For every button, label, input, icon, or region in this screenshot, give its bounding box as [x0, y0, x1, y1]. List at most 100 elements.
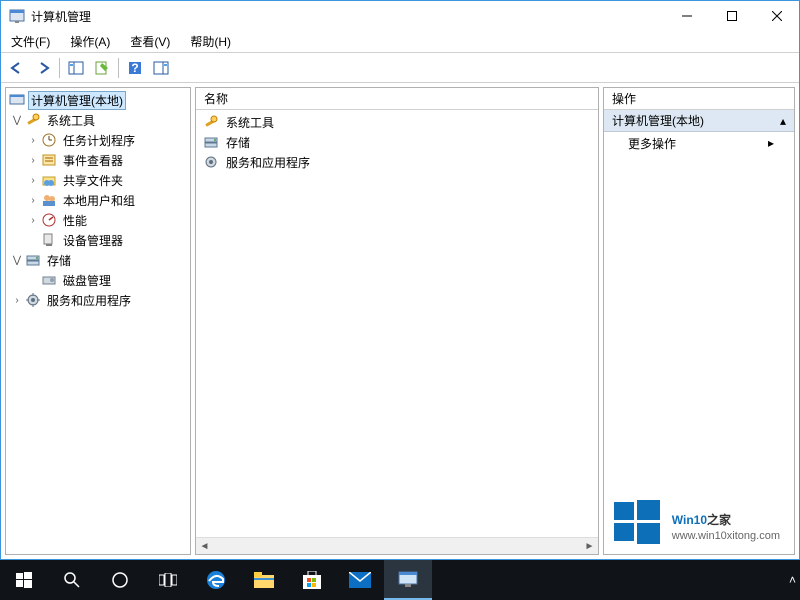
- action-pane: 操作 计算机管理(本地) ▴ 更多操作 ▸: [603, 87, 795, 555]
- collapse-up-icon: ▴: [780, 114, 786, 128]
- close-button[interactable]: [754, 1, 799, 31]
- taskbar-mail[interactable]: [336, 560, 384, 600]
- list-item-storage[interactable]: 存储: [200, 132, 594, 152]
- expand-icon[interactable]: ›: [26, 195, 40, 206]
- tree-device-manager[interactable]: 设备管理器: [8, 230, 188, 250]
- titlebar: 计算机管理: [1, 1, 799, 31]
- expand-icon[interactable]: ›: [26, 155, 40, 166]
- windows-start-icon: [16, 572, 32, 588]
- disk-icon: [41, 272, 57, 288]
- tree-pane: 计算机管理(本地) ⋁ 系统工具 › 任务计划程序 › 事件查看器: [5, 87, 191, 555]
- action-pane-header: 操作: [604, 88, 794, 110]
- users-icon: [41, 192, 57, 208]
- taskbar-computer-management[interactable]: [384, 560, 432, 600]
- store-icon: [302, 571, 322, 589]
- system-tools-icon: [25, 112, 41, 128]
- shared-folders-icon: [41, 172, 57, 188]
- mail-icon: [349, 572, 371, 588]
- system-tools-icon: [203, 114, 219, 130]
- collapse-icon[interactable]: ⋁: [10, 255, 24, 266]
- tree-label: 服务和应用程序: [44, 291, 134, 310]
- tree-system-tools[interactable]: ⋁ 系统工具: [8, 110, 188, 130]
- tree-services-apps[interactable]: › 服务和应用程序: [8, 290, 188, 310]
- menu-action[interactable]: 操作(A): [66, 31, 114, 52]
- list-item-services-apps[interactable]: 服务和应用程序: [200, 152, 594, 172]
- toolbar: ?: [1, 53, 799, 83]
- list-pane: 名称 系统工具 存储 服务和应用程序 ◄ ►: [195, 87, 599, 555]
- system-tray[interactable]: ˄: [789, 573, 800, 587]
- services-icon: [25, 292, 41, 308]
- tree-label: 设备管理器: [60, 231, 126, 250]
- taskbar: ˄: [0, 560, 800, 600]
- tree-label: 本地用户和组: [60, 191, 138, 210]
- list-header-name[interactable]: 名称: [196, 88, 598, 110]
- taskbar-store[interactable]: [288, 560, 336, 600]
- show-hide-tree-button[interactable]: [64, 56, 88, 80]
- taskbar-edge[interactable]: [192, 560, 240, 600]
- tree-label: 系统工具: [44, 111, 98, 130]
- show-action-pane-button[interactable]: [149, 56, 173, 80]
- start-button[interactable]: [0, 560, 48, 600]
- tree-label: 存储: [44, 251, 74, 270]
- performance-icon: [41, 212, 57, 228]
- help-button[interactable]: ?: [123, 56, 147, 80]
- action-item-label: 更多操作: [628, 135, 676, 152]
- tree-performance[interactable]: › 性能: [8, 210, 188, 230]
- list-item-label: 系统工具: [226, 114, 274, 131]
- action-more[interactable]: 更多操作 ▸: [604, 132, 794, 154]
- storage-icon: [25, 252, 41, 268]
- menu-file[interactable]: 文件(F): [7, 31, 54, 52]
- app-icon: [9, 8, 25, 24]
- tree-label: 事件查看器: [60, 151, 126, 170]
- action-group-label: 计算机管理(本地): [612, 112, 704, 129]
- horizontal-scrollbar[interactable]: ◄ ►: [196, 537, 598, 554]
- clock-icon: [41, 132, 57, 148]
- tree-task-scheduler[interactable]: › 任务计划程序: [8, 130, 188, 150]
- expand-icon[interactable]: ›: [26, 215, 40, 226]
- scroll-right-icon[interactable]: ►: [581, 538, 598, 554]
- collapse-icon[interactable]: ⋁: [10, 115, 24, 126]
- forward-button[interactable]: [31, 56, 55, 80]
- tree-root-label: 计算机管理(本地): [28, 91, 126, 110]
- minimize-button[interactable]: [664, 1, 709, 31]
- tree-local-users[interactable]: › 本地用户和组: [8, 190, 188, 210]
- search-icon: [63, 571, 81, 589]
- folder-icon: [254, 572, 274, 588]
- expand-icon[interactable]: ›: [10, 295, 24, 306]
- tree-label: 磁盘管理: [60, 271, 114, 290]
- cortana-button[interactable]: [96, 560, 144, 600]
- scroll-left-icon[interactable]: ◄: [196, 538, 213, 554]
- expand-icon[interactable]: ›: [26, 135, 40, 146]
- tree-event-viewer[interactable]: › 事件查看器: [8, 150, 188, 170]
- search-button[interactable]: [48, 560, 96, 600]
- menu-help[interactable]: 帮助(H): [186, 31, 235, 52]
- expand-icon[interactable]: ›: [26, 175, 40, 186]
- submenu-arrow-icon: ▸: [768, 136, 774, 150]
- tree-label: 任务计划程序: [60, 131, 138, 150]
- tree-storage[interactable]: ⋁ 存储: [8, 250, 188, 270]
- storage-icon: [203, 134, 219, 150]
- cortana-icon: [111, 571, 129, 589]
- back-button[interactable]: [5, 56, 29, 80]
- list-item-label: 存储: [226, 134, 250, 151]
- edge-icon: [205, 569, 227, 591]
- menubar: 文件(F) 操作(A) 查看(V) 帮助(H): [1, 31, 799, 53]
- app-window: 计算机管理 文件(F) 操作(A) 查看(V) 帮助(H) ? 计算机管: [0, 0, 800, 560]
- tree-root[interactable]: 计算机管理(本地): [8, 90, 188, 110]
- tree-disk-management[interactable]: 磁盘管理: [8, 270, 188, 290]
- tray-up-icon[interactable]: ˄: [789, 573, 796, 587]
- taskbar-explorer[interactable]: [240, 560, 288, 600]
- tree-shared-folders[interactable]: › 共享文件夹: [8, 170, 188, 190]
- maximize-button[interactable]: [709, 1, 754, 31]
- properties-button[interactable]: [90, 56, 114, 80]
- task-view-button[interactable]: [144, 560, 192, 600]
- content-area: 计算机管理(本地) ⋁ 系统工具 › 任务计划程序 › 事件查看器: [1, 83, 799, 559]
- list-item-system-tools[interactable]: 系统工具: [200, 112, 594, 132]
- task-view-icon: [159, 573, 177, 587]
- tree-label: 性能: [60, 211, 90, 230]
- services-icon: [203, 154, 219, 170]
- menu-view[interactable]: 查看(V): [126, 31, 174, 52]
- toolbar-separator: [59, 58, 60, 78]
- action-group-header[interactable]: 计算机管理(本地) ▴: [604, 110, 794, 132]
- toolbar-separator: [118, 58, 119, 78]
